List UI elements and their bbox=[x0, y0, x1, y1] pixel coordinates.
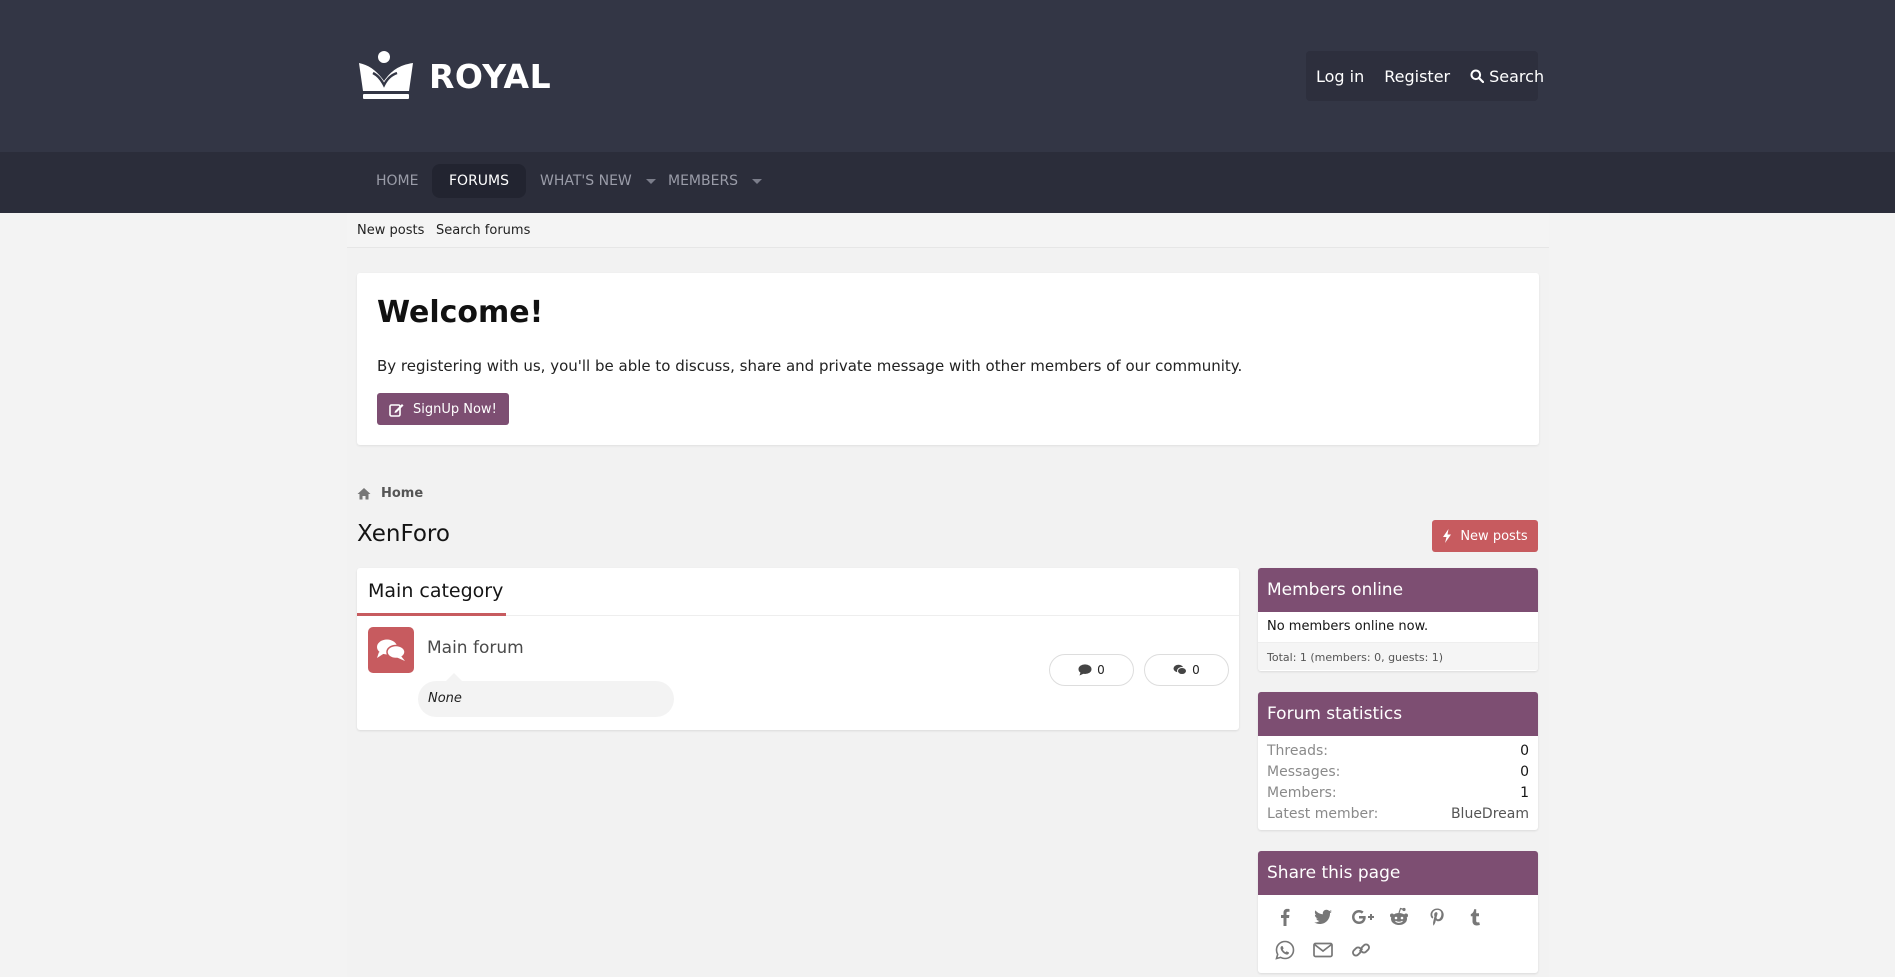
members-online-footer: Total: 1 (members: 0, guests: 1) bbox=[1258, 642, 1538, 670]
forum-statistics-widget: Forum statistics Threads: 0 Messages: 0 … bbox=[1258, 692, 1538, 830]
threads-value: 0 bbox=[1097, 663, 1105, 677]
stat-value: 0 bbox=[1520, 764, 1529, 780]
forum-statistics-title: Forum statistics bbox=[1258, 692, 1538, 736]
signup-label: SignUp Now! bbox=[413, 401, 497, 417]
email-icon[interactable] bbox=[1312, 939, 1334, 961]
facebook-icon[interactable] bbox=[1274, 906, 1296, 928]
stat-label: Members: bbox=[1267, 785, 1337, 801]
members-online-total: Total: 1 (members: 0, guests: 1) bbox=[1267, 651, 1444, 664]
subnav-new-posts[interactable]: New posts bbox=[357, 223, 424, 238]
messages-value: 0 bbox=[1192, 663, 1200, 677]
stat-label: Threads: bbox=[1267, 743, 1328, 759]
tab-forums-label: FORUMS bbox=[449, 173, 510, 189]
tab-home[interactable]: HOME bbox=[359, 164, 435, 198]
site-header bbox=[0, 0, 1895, 152]
crown-logo-icon bbox=[359, 51, 413, 99]
bolt-icon bbox=[1443, 529, 1452, 543]
main-nav bbox=[0, 152, 1895, 213]
share-widget: Share this page bbox=[1258, 851, 1538, 973]
home-icon bbox=[357, 487, 371, 499]
search-label: Search bbox=[1489, 66, 1545, 86]
stat-threads: Threads: 0 bbox=[1267, 743, 1529, 761]
subnav-search-forums[interactable]: Search forums bbox=[436, 223, 530, 238]
members-online-title[interactable]: Members online bbox=[1258, 568, 1538, 612]
category-underline bbox=[357, 613, 506, 616]
edit-icon bbox=[389, 403, 404, 417]
welcome-title: Welcome! bbox=[377, 295, 544, 330]
site-logo[interactable]: ROYAL bbox=[357, 51, 551, 101]
stat-value: 1 bbox=[1520, 785, 1529, 801]
members-online-status: No members online now. bbox=[1267, 619, 1429, 634]
tumblr-icon[interactable] bbox=[1464, 906, 1486, 928]
stat-label: Messages: bbox=[1267, 764, 1341, 780]
user-nav: Log in Register Search bbox=[1306, 51, 1544, 101]
welcome-notice: Welcome! By registering with us, you'll … bbox=[357, 273, 1539, 445]
forum-icon bbox=[368, 627, 414, 673]
twitter-icon[interactable] bbox=[1312, 906, 1334, 928]
messages-count: 0 bbox=[1144, 654, 1229, 686]
comment-icon bbox=[1078, 664, 1092, 676]
forum-title[interactable]: Main forum bbox=[427, 638, 524, 658]
search-link[interactable]: Search bbox=[1460, 51, 1554, 101]
sub-nav: New posts Search forums bbox=[347, 213, 1549, 248]
chevron-down-icon[interactable] bbox=[752, 178, 763, 184]
logo-text: ROYAL bbox=[429, 56, 552, 96]
breadcrumb: Home bbox=[357, 484, 423, 502]
threads-count: 0 bbox=[1049, 654, 1134, 686]
stat-value: 0 bbox=[1520, 743, 1529, 759]
welcome-text: By registering with us, you'll be able t… bbox=[377, 357, 1243, 375]
last-post-text: None bbox=[428, 691, 462, 706]
category-title[interactable]: Main category bbox=[368, 580, 503, 602]
reddit-icon[interactable] bbox=[1388, 906, 1410, 928]
google-plus-icon[interactable] bbox=[1350, 906, 1378, 928]
comments-icon bbox=[1173, 664, 1188, 675]
stat-label: Latest member: bbox=[1267, 806, 1379, 822]
forum-last-post: None bbox=[418, 673, 674, 717]
tab-members[interactable]: MEMBERS bbox=[651, 164, 779, 198]
whatsapp-icon[interactable] bbox=[1274, 939, 1296, 961]
tab-members-label: MEMBERS bbox=[668, 173, 739, 189]
stat-members: Members: 1 bbox=[1267, 785, 1529, 803]
new-posts-button[interactable]: New posts bbox=[1432, 520, 1538, 552]
new-posts-label: New posts bbox=[1460, 528, 1528, 544]
link-icon[interactable] bbox=[1350, 939, 1372, 961]
tab-whats-new-label: WHAT'S NEW bbox=[540, 173, 632, 189]
category-header: Main category bbox=[357, 568, 1239, 616]
register-link[interactable]: Register bbox=[1374, 51, 1460, 101]
latest-member-link[interactable]: BlueDream bbox=[1451, 806, 1529, 824]
page-title: XenForo bbox=[357, 521, 450, 547]
login-link[interactable]: Log in bbox=[1306, 51, 1374, 101]
search-icon bbox=[1470, 69, 1485, 83]
signup-button[interactable]: SignUp Now! bbox=[377, 393, 509, 425]
share-title: Share this page bbox=[1258, 851, 1538, 895]
pinterest-icon[interactable] bbox=[1426, 906, 1448, 928]
forum-category-block: Main category Main forum None 0 0 bbox=[357, 568, 1239, 730]
stat-latest-member: Latest member: BlueDream bbox=[1267, 806, 1529, 824]
comments-icon bbox=[377, 639, 406, 661]
tab-forums[interactable]: FORUMS bbox=[432, 164, 527, 198]
tab-home-label: HOME bbox=[376, 173, 419, 189]
breadcrumb-home[interactable]: Home bbox=[381, 486, 423, 501]
members-online-widget: Members online No members online now. To… bbox=[1258, 568, 1538, 671]
stat-messages: Messages: 0 bbox=[1267, 764, 1529, 782]
